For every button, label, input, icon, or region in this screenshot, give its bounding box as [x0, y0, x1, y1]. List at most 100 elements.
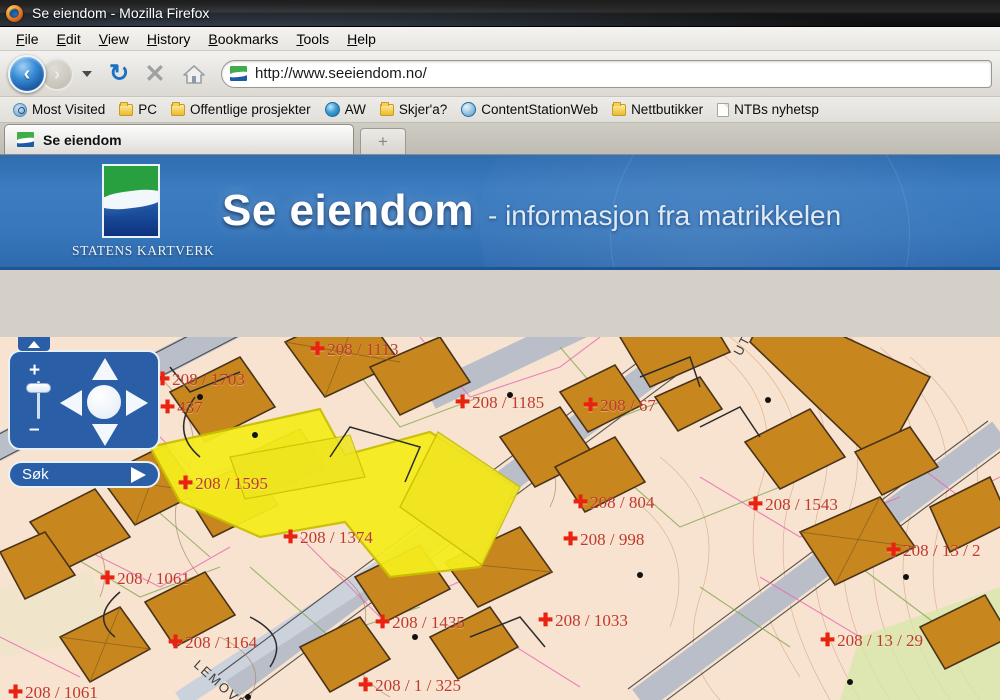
- pan-right-button[interactable]: [126, 390, 148, 416]
- parcel-marker-icon: ✚: [283, 527, 299, 547]
- bookmark-label: Offentlige prosjekter: [190, 102, 311, 117]
- parcel-marker-icon: ✚: [583, 395, 599, 415]
- parcel-label-text: 208 / 13 / 29: [837, 631, 924, 650]
- globe-icon: [461, 102, 477, 117]
- map-parcel-label[interactable]: ✚ 208 / 1595: [178, 473, 268, 494]
- map-parcel-label[interactable]: ✚ 208 / 1374: [283, 527, 373, 548]
- bookmark-skjera[interactable]: Skjer'a?: [373, 101, 454, 117]
- parcel-marker-icon: ✚: [8, 682, 24, 700]
- tab-se-eiendom[interactable]: Se eiendom: [4, 124, 354, 154]
- parcel-label-text: 437: [177, 398, 203, 417]
- zoom-out-button[interactable]: –: [29, 420, 40, 439]
- pan-control: [60, 358, 148, 446]
- parcel-label-text: 208 / 804: [590, 493, 655, 512]
- bookmark-pc[interactable]: PC: [112, 101, 164, 117]
- home-icon: [183, 64, 205, 84]
- url-bar[interactable]: http://www.seeiendom.no/: [221, 59, 992, 88]
- pan-down-button[interactable]: [92, 424, 118, 446]
- parcel-label-text: 208 / 1061: [25, 683, 98, 700]
- zoom-slider[interactable]: + –: [24, 361, 56, 439]
- parcel-label-text: 208 / 1543: [765, 495, 838, 514]
- page-title: Se eiendom: [222, 186, 474, 235]
- browser-window: Se eiendom - Mozilla Firefox File Edit V…: [0, 0, 1000, 700]
- parcel-label-text: 208 / 1061: [117, 569, 190, 588]
- map-parcel-label[interactable]: ✚ 208 / 1033: [538, 610, 628, 631]
- map-parcel-label[interactable]: ✚ 208 / 1061: [100, 568, 190, 589]
- map-parcel-label[interactable]: ✚ 208 / 1543: [748, 494, 838, 515]
- map-parcel-label[interactable]: ✚ 208 / 1435: [375, 612, 465, 633]
- bookmark-most-visited[interactable]: Most Visited: [6, 102, 112, 117]
- parcel-marker-icon: ✚: [563, 529, 579, 549]
- star-circle-icon: [13, 102, 27, 117]
- map-parcel-label[interactable]: ✚ 437: [160, 397, 203, 418]
- search-button-label: Søk: [22, 466, 49, 483]
- map-parcel-label[interactable]: ✚ 208 / 13 / 29: [820, 630, 923, 651]
- pan-up-button[interactable]: [92, 358, 118, 380]
- parcel-marker-icon: ✚: [748, 494, 764, 514]
- menu-item-view[interactable]: View: [91, 29, 139, 49]
- close-icon: ✕: [144, 59, 166, 88]
- parcel-label-text: 208 / 1113: [327, 340, 399, 359]
- map-parcel-label[interactable]: ✚ 208 / 1 / 325: [358, 675, 461, 696]
- pan-left-button[interactable]: [60, 390, 82, 416]
- parcel-marker-icon: ✚: [455, 392, 471, 412]
- bookmark-ntbs-nyhetsp[interactable]: NTBs nyhetsp: [710, 102, 826, 117]
- folder-icon: [119, 101, 134, 116]
- reload-button[interactable]: ↻: [104, 59, 134, 88]
- folder-icon: [612, 101, 627, 116]
- title-bar: Se eiendom - Mozilla Firefox: [0, 0, 1000, 27]
- menu-item-edit[interactable]: Edit: [49, 29, 91, 49]
- pan-center-button[interactable]: [87, 385, 121, 419]
- map-canvas[interactable]: + – Søk ✚ 208 / 1113 ✚ 208 / 1703 ✚ 437 ✚ 208 /…: [0, 337, 1000, 700]
- bookmark-label: Nettbutikker: [631, 102, 704, 117]
- bookmark-label: PC: [138, 102, 158, 117]
- map-panel-collapse-button[interactable]: [18, 337, 50, 351]
- parcel-label-text: 208 / 1164: [185, 633, 258, 652]
- menu-item-file-label: ile: [24, 30, 39, 47]
- bookmark-aw[interactable]: AW: [318, 102, 373, 117]
- bookmark-label: ContentStationWeb: [481, 102, 599, 117]
- url-input[interactable]: http://www.seeiendom.no/: [255, 65, 427, 82]
- logo-caption: STATENS KARTVERK: [72, 242, 215, 258]
- bookmark-label: Skjer'a?: [398, 102, 448, 117]
- map-parcel-label[interactable]: ✚ 208 / 1164: [168, 632, 257, 653]
- zoom-in-button[interactable]: +: [29, 361, 40, 380]
- parcel-label-text: 208 / 13 / 2: [903, 541, 981, 560]
- map-parcel-label[interactable]: ✚ 208 / 1061: [8, 682, 98, 700]
- menu-item-tools[interactable]: Tools: [288, 29, 339, 49]
- menu-item-help[interactable]: Help: [339, 29, 386, 49]
- parcel-marker-icon: ✚: [100, 568, 116, 588]
- parcel-marker-icon: ✚: [358, 675, 374, 695]
- parcel-marker-icon: ✚: [160, 397, 176, 417]
- bookmark-contentstationweb[interactable]: ContentStationWeb: [454, 102, 605, 117]
- new-tab-button[interactable]: +: [360, 128, 406, 154]
- reload-icon: ↻: [108, 60, 130, 87]
- map-navigation-panel: + –: [8, 350, 160, 450]
- back-arrow-icon: ‹: [23, 62, 31, 85]
- bookmark-offentlige-prosjekter[interactable]: Offentlige prosjekter: [164, 101, 318, 117]
- menu-item-file[interactable]: File: [8, 29, 49, 49]
- home-button[interactable]: [178, 63, 210, 85]
- search-button[interactable]: Søk: [8, 461, 160, 488]
- kartverket-logo[interactable]: STATENS KARTVERK: [72, 163, 215, 259]
- chevron-down-icon[interactable]: [82, 70, 92, 77]
- map-parcel-label[interactable]: ✚ 208 / 1113: [310, 339, 399, 360]
- menu-item-bookmarks[interactable]: Bookmarks: [200, 29, 288, 49]
- zoom-slider-handle[interactable]: [26, 383, 51, 393]
- tab-favicon-icon: [17, 132, 34, 147]
- folder-icon: [379, 101, 394, 116]
- stop-button[interactable]: ✕: [140, 59, 170, 89]
- parcel-label-text: 208 / 1 / 325: [375, 676, 462, 695]
- back-button[interactable]: ‹: [8, 54, 46, 93]
- map-parcel-label[interactable]: ✚ 208 / 804: [573, 492, 654, 513]
- bookmarks-bar: Most Visited PC Offentlige prosjekter AW…: [0, 97, 1000, 123]
- banner-heading: Se eiendom - informasjon fra matrikkelen: [222, 186, 841, 236]
- map-parcel-label[interactable]: ✚ 208 / 1703: [155, 369, 245, 390]
- menu-item-history[interactable]: History: [139, 29, 201, 49]
- bookmark-nettbutikker[interactable]: Nettbutikker: [605, 101, 710, 117]
- map-parcel-label[interactable]: ✚ 208 / 998: [563, 529, 644, 550]
- map-parcel-label[interactable]: ✚ 208 / 13 / 2: [886, 540, 981, 561]
- map-parcel-label[interactable]: ✚ 208 / 67: [583, 395, 656, 416]
- map-parcel-label[interactable]: ✚ 208 / 1185: [455, 392, 544, 413]
- firefox-icon: [6, 4, 23, 22]
